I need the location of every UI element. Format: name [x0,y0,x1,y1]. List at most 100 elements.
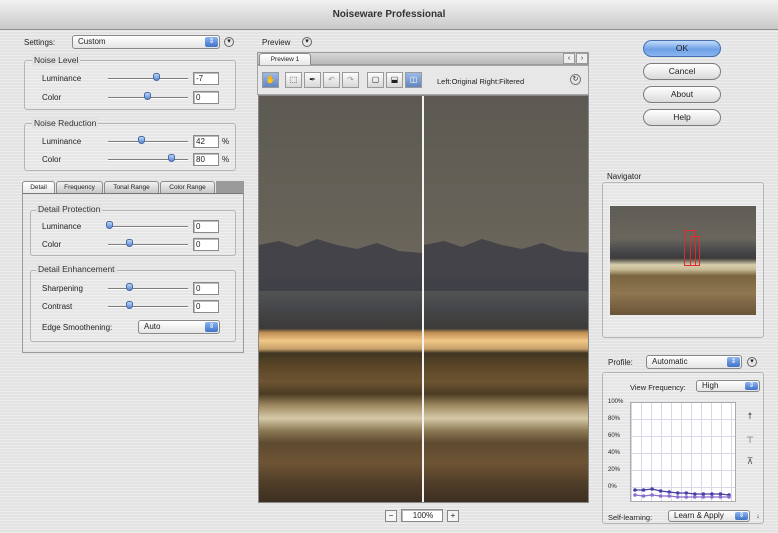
series-point[interactable] [718,495,723,499]
zoom-in-button[interactable]: + [447,510,459,522]
series-point[interactable] [675,495,680,499]
split-horizontal-icon[interactable]: ⬓ [386,72,403,88]
noise-reduction-color-field[interactable]: 80 [193,153,219,166]
settings-menu-icon[interactable]: ▾ [224,37,234,47]
edge-smoothening-dropdown[interactable]: Auto ⇕ [138,320,220,334]
edge-smoothening-label: Edge Smoothening: [42,323,113,332]
series-point[interactable] [633,488,637,492]
preview-canvas[interactable] [258,95,589,503]
profile-menu-icon[interactable]: ▾ [747,357,757,367]
tab-color-range[interactable]: Color Range [160,181,215,193]
split-vertical-icon[interactable]: ◫ [405,72,422,88]
detail-protection-color-thumb[interactable] [126,239,133,247]
noise-reduction-luminance-field[interactable]: 42 [193,135,219,148]
chevron-updown-icon: ⇕ [735,512,748,520]
cancel-button[interactable]: Cancel [643,63,721,80]
tab-detail[interactable]: Detail [22,181,55,193]
series-line [635,488,730,496]
hand-tool-icon[interactable]: ✋ [262,72,279,88]
series-point[interactable] [650,487,654,491]
ok-button[interactable]: OK [643,40,721,57]
noise-reduction-luminance-slider[interactable] [108,141,188,143]
settings-value: Custom [78,37,106,46]
sharpening-label: Sharpening [42,284,83,293]
about-button[interactable]: About [643,86,721,103]
noise-reduction-color-thumb[interactable] [168,154,175,162]
chevron-updown-icon: ⇕ [745,382,758,390]
eyedropper-tool-icon[interactable]: ✒ [304,72,321,88]
marquee-tool-icon[interactable]: ⬚ [285,72,302,88]
y-tick-label: 20% [608,467,621,473]
series-point[interactable] [650,493,654,497]
profile-value: Automatic [652,357,688,366]
detail-protection-color-field[interactable]: 0 [193,238,219,251]
y-tick-label: 100% [608,399,624,405]
single-view-icon[interactable]: ▢ [367,72,384,88]
noise-reduction-color-unit: % [222,155,230,164]
self-learning-dropdown[interactable]: Learn & Apply ⇕ [668,510,750,522]
series-point[interactable] [633,493,637,497]
detail-protection-luminance-slider[interactable] [108,226,188,228]
refresh-icon[interactable]: ↻ [570,74,581,85]
view-frequency-dropdown[interactable]: High ⇕ [696,380,760,392]
series-point[interactable] [684,495,689,499]
detail-protection-color-slider[interactable] [108,244,188,246]
noise-level-color-field[interactable]: 0 [193,91,219,104]
contrast-slider[interactable] [108,306,188,308]
noise-level-luminance-field[interactable]: -7 [193,72,219,85]
navigator-thumbnail[interactable] [610,206,756,315]
self-learning-info-icon[interactable]: ↓ [753,512,763,522]
series-point[interactable] [667,494,671,498]
graph-tool-flatten-icon[interactable]: ⊼ [744,455,756,467]
preview-tab-scroll-right[interactable]: › [576,53,588,64]
preview-tab-scroll-left[interactable]: ‹ [563,53,575,64]
mountains-shape [259,239,588,291]
detail-protection-luminance-field[interactable]: 0 [193,220,219,233]
redo-icon[interactable]: ↷ [342,72,359,88]
tab-tonal-range[interactable]: Tonal Range [104,181,159,193]
undo-icon[interactable]: ↶ [323,72,340,88]
zoom-field[interactable]: 100% [401,509,443,522]
tab-frequency[interactable]: Frequency [56,181,103,193]
zoom-out-button[interactable]: − [385,510,397,522]
series-point[interactable] [727,495,731,499]
preview-tab-1[interactable]: Preview 1 [259,53,311,65]
navigator-view-rect-2[interactable] [690,236,700,266]
sharpening-thumb[interactable] [126,283,133,291]
graph-tool-reset-icon[interactable]: ⊤ [744,434,756,446]
series-point[interactable] [675,491,680,495]
sharpening-slider[interactable] [108,288,188,290]
graph-tool-add-icon[interactable]: ☨ [744,410,756,422]
series-point[interactable] [658,489,663,493]
noise-reduction-luminance-thumb[interactable] [138,136,145,144]
noise-profile-graph [630,402,736,502]
series-point[interactable] [684,491,689,495]
preview-original-image [259,96,422,502]
preview-toggle-icon[interactable]: ▾ [302,37,312,47]
noise-level-luminance-slider[interactable] [108,78,188,80]
chevron-updown-icon: ⇕ [205,322,218,332]
noise-level-luminance-thumb[interactable] [153,73,160,81]
help-button[interactable]: Help [643,109,721,126]
y-tick-label: 80% [608,416,621,422]
series-point[interactable] [667,490,671,494]
profile-dropdown[interactable]: Automatic ⇕ [646,355,742,369]
series-point[interactable] [710,495,714,499]
series-point[interactable] [658,494,663,498]
preview-filtered-image [424,96,588,502]
noise-reduction-color-label: Color [42,155,62,164]
series-point[interactable] [693,495,697,499]
split-divider[interactable] [422,96,424,502]
detail-protection-luminance-thumb[interactable] [106,221,113,229]
series-point[interactable] [701,495,706,499]
noise-level-color-thumb[interactable] [144,92,151,100]
noise-reduction-color-slider[interactable] [108,159,188,161]
series-point[interactable] [641,488,646,492]
settings-dropdown[interactable]: Custom ⇕ [72,35,220,49]
preview-label: Preview [262,38,291,47]
contrast-thumb[interactable] [126,301,133,309]
sharpening-field[interactable]: 0 [193,282,219,295]
contrast-field[interactable]: 0 [193,300,219,313]
view-frequency-label: View Frequency: [630,383,686,392]
series-point[interactable] [641,494,646,498]
